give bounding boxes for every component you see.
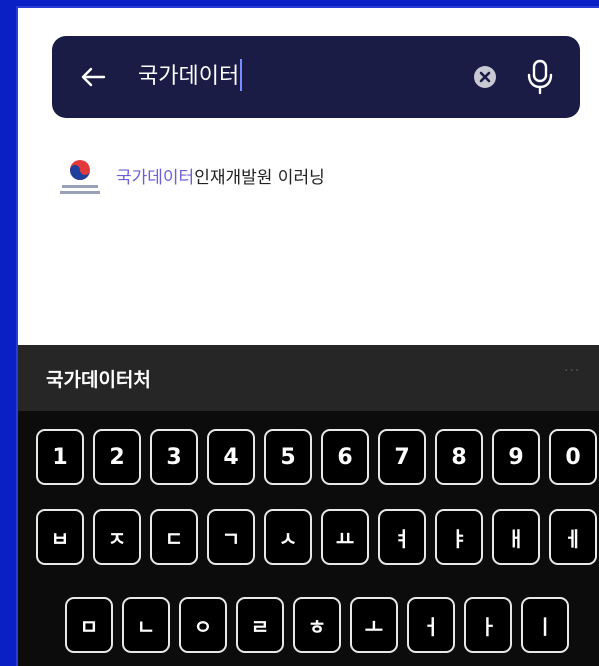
key-eo[interactable]: ㅓ bbox=[407, 597, 455, 653]
key-ae[interactable]: ㅐ bbox=[492, 509, 540, 565]
key-e[interactable]: ㅔ bbox=[549, 509, 597, 565]
back-arrow-icon[interactable] bbox=[78, 62, 108, 92]
key-7[interactable]: 7 bbox=[378, 429, 426, 485]
key-ya[interactable]: ㅑ bbox=[435, 509, 483, 565]
key-0[interactable]: 0 bbox=[549, 429, 597, 485]
search-query-text: 국가데이터 bbox=[138, 64, 240, 89]
key-hieut[interactable]: ㅎ bbox=[293, 597, 341, 653]
more-options-icon[interactable]: ··· bbox=[564, 363, 580, 379]
suggestion-highlight: 국가데이터 bbox=[116, 168, 195, 188]
government-emblem-icon bbox=[60, 160, 100, 194]
key-yeo[interactable]: ㅕ bbox=[378, 509, 426, 565]
key-o[interactable]: ㅗ bbox=[350, 597, 398, 653]
virtual-keyboard: 국가데이터처 ··· 1 2 3 4 5 6 7 8 9 0 ㅂ ㅈ ㄷ ㄱ ㅅ… bbox=[18, 345, 599, 666]
key-5[interactable]: 5 bbox=[264, 429, 312, 485]
key-yo[interactable]: ㅛ bbox=[321, 509, 369, 565]
search-suggestion-item[interactable]: 국가데이터인재개발원 이러닝 bbox=[58, 155, 578, 199]
key-rieul[interactable]: ㄹ bbox=[236, 597, 284, 653]
key-1[interactable]: 1 bbox=[36, 429, 84, 485]
key-6[interactable]: 6 bbox=[321, 429, 369, 485]
key-4[interactable]: 4 bbox=[207, 429, 255, 485]
key-mieum[interactable]: ㅁ bbox=[65, 597, 113, 653]
key-a[interactable]: ㅏ bbox=[464, 597, 512, 653]
clear-icon[interactable] bbox=[473, 65, 497, 89]
key-8[interactable]: 8 bbox=[435, 429, 483, 485]
key-bieup[interactable]: ㅂ bbox=[36, 509, 84, 565]
key-9[interactable]: 9 bbox=[492, 429, 540, 485]
search-input[interactable]: 국가데이터 bbox=[138, 58, 243, 96]
key-i[interactable]: ㅣ bbox=[521, 597, 569, 653]
suggestion-rest: 인재개발원 이러닝 bbox=[194, 168, 325, 188]
key-3[interactable]: 3 bbox=[150, 429, 198, 485]
key-jieut[interactable]: ㅈ bbox=[93, 509, 141, 565]
search-bar[interactable]: 국가데이터 bbox=[52, 36, 580, 118]
keyboard-suggestion-word[interactable]: 국가데이터처 bbox=[46, 365, 151, 392]
key-nieun[interactable]: ㄴ bbox=[122, 597, 170, 653]
microphone-icon[interactable] bbox=[526, 59, 554, 95]
key-ieung[interactable]: ㅇ bbox=[179, 597, 227, 653]
key-giyeok[interactable]: ㄱ bbox=[207, 509, 255, 565]
suggestion-text: 국가데이터인재개발원 이러닝 bbox=[116, 163, 325, 188]
key-2[interactable]: 2 bbox=[93, 429, 141, 485]
text-caret bbox=[240, 59, 243, 91]
key-siot[interactable]: ㅅ bbox=[264, 509, 312, 565]
app-window: 국가데이터 국가데이터인재개발원 이러닝 국가데이터처 ··· 1 2 3 4 … bbox=[16, 6, 599, 666]
key-digeut[interactable]: ㄷ bbox=[150, 509, 198, 565]
keyboard-suggestion-bar: 국가데이터처 ··· bbox=[18, 345, 599, 411]
